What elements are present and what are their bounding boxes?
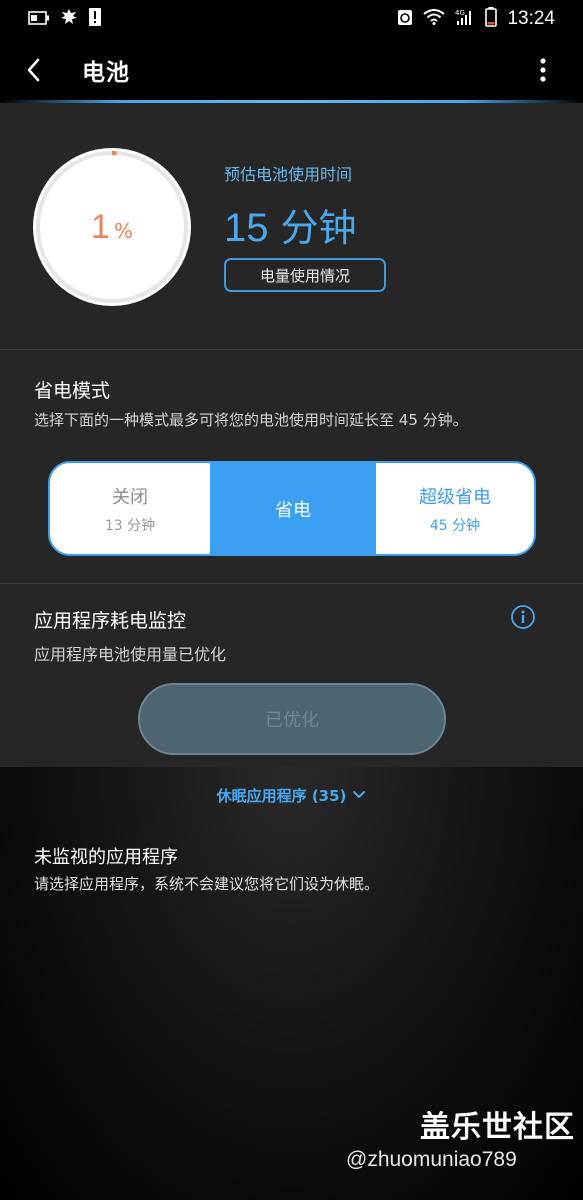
- mode-option-label: 省电: [275, 499, 311, 521]
- clock-time: 13:24: [507, 8, 555, 29]
- chevron-down-icon: [353, 791, 366, 798]
- signal-4g-icon: 4G: [455, 8, 475, 31]
- mode-option-label: 关闭: [112, 486, 148, 508]
- mode-option-off[interactable]: 关闭 13 分钟: [50, 463, 210, 554]
- watermark-handle: @zhuomuniao789: [346, 1148, 517, 1171]
- sleeping-apps-link[interactable]: 休眠应用程序 (35): [0, 783, 583, 807]
- section-divider: [0, 583, 583, 584]
- status-bar: 4G 13:24: [0, 0, 583, 38]
- battery-panel: 1 % 预估电池使用时间 15 分钟 电量使用情况 省电模式 选择下面的一种模式…: [0, 103, 583, 767]
- mode-option-power-saving[interactable]: 省电: [210, 463, 376, 554]
- sleeping-apps-label: 休眠应用程序 (35): [216, 786, 347, 805]
- mode-option-duration: 13 分钟: [104, 517, 156, 534]
- page-title: 电池: [82, 60, 130, 86]
- back-button[interactable]: [24, 50, 56, 90]
- more-vert-icon: [540, 58, 546, 82]
- estimated-time-label: 预估电池使用时间: [224, 165, 353, 184]
- section-divider: [0, 349, 583, 350]
- leaf-icon: [60, 8, 78, 31]
- battery-percent-unit: %: [113, 219, 133, 243]
- estimated-time-value: 15: [224, 206, 269, 250]
- estimated-time: 15 分钟: [224, 197, 357, 252]
- power-mode-title: 省电模式: [34, 380, 111, 402]
- svg-text:4G: 4G: [455, 9, 465, 17]
- mode-option-duration: 45 分钟: [429, 517, 481, 534]
- back-arrow-icon: [27, 58, 40, 82]
- battery-low-icon: [485, 6, 498, 32]
- battery-saver-icon: [28, 8, 50, 30]
- app-monitor-description: 应用程序电池使用量已优化: [34, 645, 227, 664]
- battery-percent: 1 %: [32, 147, 192, 307]
- unmonitored-apps-title[interactable]: 未监视的应用程序: [34, 843, 178, 869]
- app-bar: 电池: [0, 38, 583, 102]
- app-monitor-title: 应用程序耗电监控: [34, 610, 187, 632]
- wifi-icon: [423, 8, 446, 30]
- unmonitored-apps-description: 请选择应用程序，系统不会建议您将它们设为休眠。: [34, 875, 380, 893]
- alert-icon: [88, 7, 102, 32]
- optimized-button[interactable]: 已优化: [138, 683, 446, 755]
- power-mode-selector: 关闭 13 分钟 省电 超级省电 45 分钟: [48, 461, 536, 556]
- mode-option-max-power-saving[interactable]: 超级省电 45 分钟: [376, 463, 534, 554]
- battery-ring: 1 %: [32, 147, 192, 307]
- mode-option-label: 超级省电: [419, 486, 491, 508]
- more-options-button[interactable]: [533, 56, 553, 86]
- estimated-time-unit: 分钟: [280, 206, 357, 250]
- watermark-title: 盖乐世社区: [420, 1110, 575, 1145]
- power-mode-description: 选择下面的一种模式最多可将您的电池使用时间延长至 45 分钟。: [34, 411, 468, 429]
- recycle-icon: [397, 8, 413, 31]
- battery-percent-value: 1: [91, 207, 110, 246]
- info-icon[interactable]: [510, 604, 536, 630]
- battery-usage-button[interactable]: 电量使用情况: [224, 258, 386, 292]
